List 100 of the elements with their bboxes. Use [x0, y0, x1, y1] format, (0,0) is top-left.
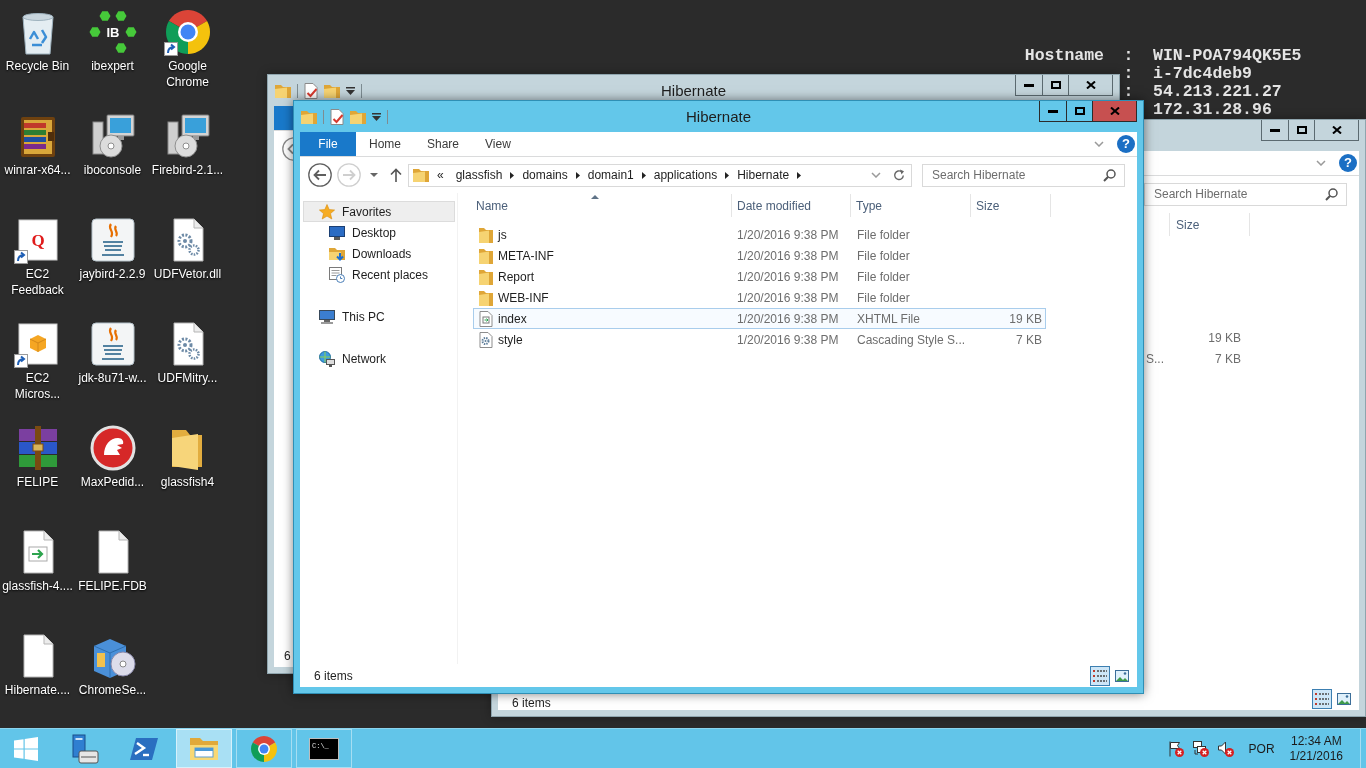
breadcrumb-item[interactable]: glassfish [451, 168, 507, 182]
nav-item[interactable]: Recent places [303, 264, 455, 285]
chevron-down-icon[interactable] [871, 172, 881, 178]
minimize-button[interactable] [1261, 120, 1289, 141]
helmet-badge-icon[interactable] [88, 424, 137, 472]
desktop-icon-label[interactable]: MaxPedid... [80, 474, 145, 490]
desktop-icon-label[interactable]: EC2 Micros... [1, 370, 74, 402]
desktop-icon-label[interactable]: glassfish-4.... [2, 578, 73, 594]
desktop-icon-label[interactable]: FELIPE.FDB [78, 578, 147, 594]
close-button[interactable] [1068, 75, 1113, 96]
folder-icon [478, 268, 494, 285]
desktop-icon-label[interactable]: glassfish4 [160, 474, 215, 490]
taskbar-button[interactable] [236, 729, 292, 768]
breadcrumb-arrow-icon[interactable] [641, 171, 646, 179]
refresh-icon[interactable] [893, 169, 905, 181]
ribbon-tab[interactable]: Home [356, 132, 414, 156]
details-view-button[interactable] [1090, 665, 1110, 686]
nav-item[interactable]: Desktop [303, 222, 455, 243]
desktop-icon-label[interactable]: ChromeSe... [78, 682, 147, 698]
breadcrumb-arrow-icon[interactable] [797, 171, 802, 179]
search-icon[interactable] [1325, 187, 1338, 201]
ribbon-expand-icon[interactable] [1316, 160, 1326, 166]
info-value: i-7dc4deb9 [1153, 64, 1253, 83]
desktop-icon-label[interactable]: Hibernate.... [4, 682, 71, 698]
file-name: WEB-INF [498, 290, 549, 305]
desktop-icon-label[interactable]: Firebird-2.1... [151, 162, 224, 178]
breadcrumb-overflow-button[interactable]: « [433, 168, 448, 182]
file-row[interactable]: Report 1/20/2016 9:38 PM File folder [473, 266, 1046, 287]
file-type: Cascading Style S... [857, 332, 966, 347]
document-check-icon[interactable] [330, 108, 344, 125]
file-row[interactable]: js 1/20/2016 9:38 PM File folder [473, 224, 1046, 245]
document-check-icon[interactable] [304, 82, 318, 99]
desktop-icon-label[interactable]: EC2 Feedback [1, 266, 74, 298]
flag-error-icon [1167, 740, 1184, 757]
caret-down-icon[interactable] [370, 173, 378, 177]
nav-item[interactable]: This PC [303, 306, 455, 327]
web-document-icon [478, 310, 494, 327]
minimize-icon [1270, 128, 1280, 132]
breadcrumb-item[interactable]: applications [649, 168, 722, 182]
desktop-icon-label[interactable]: Google Chrome [151, 58, 224, 90]
search-icon[interactable] [1103, 168, 1116, 182]
search-field[interactable]: Search Hibernate [922, 163, 1125, 187]
minimize-button[interactable] [1015, 75, 1043, 96]
browser-icon[interactable] [163, 8, 212, 56]
desktop-icon-label[interactable]: winrar-x64... [4, 162, 71, 178]
close-button[interactable] [1314, 120, 1359, 141]
taskbar-button[interactable] [176, 729, 232, 768]
ribbon-expand-icon[interactable] [1094, 141, 1104, 147]
ribbon-tab[interactable]: Share [414, 132, 473, 156]
folder-icon [413, 168, 429, 182]
file-row[interactable]: index 1/20/2016 9:38 PM XHTML File 19 KB [473, 308, 1046, 329]
network-error-icon [1192, 740, 1209, 757]
info-value: 54.213.221.27 [1153, 82, 1282, 101]
start-icon [14, 736, 38, 761]
desktop-icon-label[interactable]: jdk-8u71-w... [78, 370, 147, 386]
address-bar[interactable]: « glassfish domains domain1 applications Hibernate [408, 163, 912, 187]
breadcrumb-item[interactable]: domain1 [583, 168, 638, 182]
speaker-muted-icon [1217, 740, 1234, 757]
minimize-button[interactable] [1039, 101, 1067, 122]
desktop-icon-label[interactable]: FELIPE [16, 474, 59, 490]
nav-item[interactable]: Downloads [303, 243, 455, 264]
dropdown-caret-icon[interactable] [372, 112, 381, 121]
file-type: File folder [857, 290, 910, 305]
coffee-cup-icon[interactable] [88, 216, 137, 264]
file-tab[interactable]: File [300, 132, 356, 156]
file-row[interactable]: META-INF 1/20/2016 9:38 PM File folder [473, 245, 1046, 266]
breadcrumb-item[interactable]: domains [518, 168, 572, 182]
details-view-button[interactable] [1312, 688, 1332, 709]
arrow-up-icon[interactable] [390, 168, 402, 182]
breadcrumb-item[interactable]: Hibernate [733, 168, 794, 182]
hexagon-logo[interactable]: IB [88, 8, 137, 56]
help-button[interactable]: ? [1339, 154, 1357, 172]
file-type: S... [1146, 351, 1164, 366]
file-row[interactable]: style 1/20/2016 9:38 PM Cascading Style S... 7 KB [473, 329, 1046, 350]
clock-date[interactable]: 1/21/2016 [1289, 748, 1343, 764]
nav-item[interactable]: Network [303, 348, 455, 369]
ribbon-tab[interactable]: View [472, 132, 524, 156]
breadcrumb-arrow-icon[interactable] [575, 171, 580, 179]
column-header[interactable]: Size [1169, 213, 1250, 236]
desktop-icon-label[interactable]: iboconsole [83, 162, 142, 178]
item-count: 6 items [314, 668, 353, 683]
search-field[interactable]: Search Hibernate [1144, 182, 1347, 206]
desktop-icon-label[interactable]: UDFVetor.dll [153, 266, 222, 282]
coffee-cup-icon[interactable] [88, 320, 137, 368]
details-list-icon [1093, 669, 1107, 682]
file-row[interactable]: WEB-INF 1/20/2016 9:38 PM File folder [473, 287, 1046, 308]
help-button[interactable]: ? [1117, 135, 1135, 153]
language-indicator[interactable]: POR [1248, 741, 1275, 756]
desktop-icon-label[interactable]: UDFMitry... [157, 370, 218, 386]
breadcrumb-arrow-icon[interactable] [510, 171, 515, 179]
file-date: 1/20/2016 9:38 PM [737, 290, 839, 305]
clock-time[interactable]: 12:34 AM [1290, 733, 1342, 749]
desktop-icon-label[interactable]: ibexpert [91, 58, 134, 74]
file-size: 7 KB [1215, 351, 1241, 366]
breadcrumb-arrow-icon[interactable] [725, 171, 730, 179]
desktop-icon-label[interactable]: jaybird-2.2.9 [79, 266, 146, 282]
nav-item[interactable]: Favorites [303, 201, 455, 222]
file-date: 1/20/2016 9:38 PM [737, 269, 839, 284]
dropdown-caret-icon[interactable] [346, 86, 355, 95]
desktop-icon-label[interactable]: Recycle Bin [5, 58, 70, 74]
